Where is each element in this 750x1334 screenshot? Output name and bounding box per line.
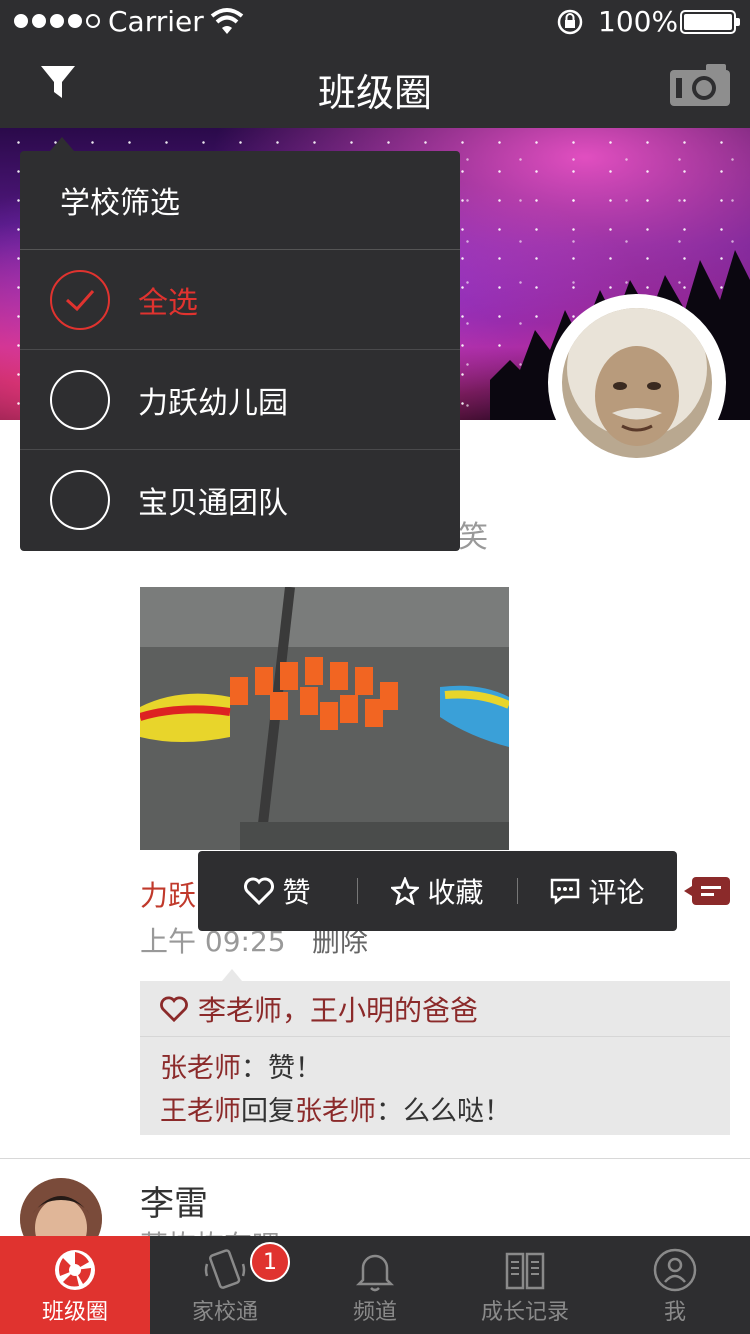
like-button[interactable]: 赞 [198,871,357,911]
filter-option-kindergarten[interactable]: 力跃幼儿园 [20,350,460,450]
carrier-name: Carrier [108,5,204,38]
tab-label: 班级圈 [41,1300,108,1325]
comment-text: ：么么哒！ [376,1096,511,1127]
comment-toggle-button[interactable] [684,877,730,905]
favorite-label: 收藏 [427,876,484,909]
page-title: 班级圈 [317,71,432,115]
likes-names[interactable]: 李老师，王小明的爸爸 [198,989,478,1029]
aperture-icon [55,1250,95,1290]
bell-icon [355,1254,395,1292]
filter-option-label: 宝贝通团队 [138,486,288,521]
likes-row: 李老师，王小明的爸爸 [140,981,730,1037]
rotation-lock-icon [557,9,583,35]
like-label: 赞 [282,876,311,909]
post-photo[interactable] [140,587,509,850]
radio-circle-icon [50,470,110,530]
tab-label: 家校通 [191,1300,258,1325]
radio-circle-icon [50,369,110,430]
comment-text: ：赞！ [241,1053,322,1084]
tab-me[interactable]: 我 [600,1236,750,1334]
reply-target[interactable]: 张老师 [295,1096,376,1127]
status-bar: Carrier 100% [0,0,750,44]
star-icon [391,877,420,905]
comment-label: 评论 [588,876,645,909]
comment-list: 张老师：赞！ 王老师回复张老师：么么哒！ [140,1037,730,1133]
interaction-box: 李老师，王小明的爸爸 张老师：赞！ 王老师回复张老师：么么哒！ [140,969,730,1135]
tab-bar: 班级圈 1 家校通 频道 成长记录 我 [0,1236,750,1334]
tab-class-circle[interactable]: 班级圈 [0,1236,150,1334]
camera-icon[interactable] [668,62,732,108]
book-icon [505,1252,545,1290]
favorite-button[interactable]: 收藏 [358,871,517,911]
battery-icon [680,10,740,34]
heart-icon [160,995,188,1022]
filter-option-team[interactable]: 宝贝通团队 [20,450,460,550]
tab-label: 我 [663,1300,686,1325]
battery-percent: 100% [598,5,679,38]
heart-icon [244,877,275,905]
user-avatar[interactable] [548,294,726,472]
comment-author[interactable]: 王老师 [160,1096,241,1127]
comment-item[interactable]: 张老师：赞！ [160,1047,710,1090]
checkmark-icon [50,269,110,330]
phone-icon [204,1249,246,1289]
nav-bar: 班级圈 [0,44,750,128]
post-text-fragment: 笑 [458,520,488,555]
action-popup: 赞 收藏 评论 [198,851,677,931]
tab-home-school[interactable]: 1 家校通 [150,1236,300,1334]
filter-option-all[interactable]: 全选 [20,250,460,350]
filter-option-label: 力跃幼儿园 [138,385,288,421]
reply-word: 回复 [241,1096,295,1127]
filter-option-label: 全选 [138,285,198,321]
signal-icon [14,14,100,28]
comment-item[interactable]: 王老师回复张老师：么么哒！ [160,1090,710,1133]
tab-label: 成长记录 [480,1300,569,1325]
comment-button[interactable]: 评论 [518,871,677,911]
comment-author[interactable]: 张老师 [160,1053,241,1084]
tab-label: 频道 [352,1300,397,1325]
user-icon [653,1248,697,1292]
school-filter-dropdown: 学校筛选 全选 力跃幼儿园 宝贝通团队 [20,137,460,551]
dropdown-title: 学校筛选 [20,151,460,250]
divider [0,1158,750,1159]
post-author-name[interactable]: 李雷 [140,1176,208,1225]
wifi-icon [210,8,244,34]
tab-growth-record[interactable]: 成长记录 [450,1236,600,1334]
tab-channel[interactable]: 频道 [300,1236,450,1334]
post-school-name[interactable]: 力跃 [140,874,196,914]
comment-icon [551,878,580,905]
notification-badge: 1 [250,1242,290,1282]
